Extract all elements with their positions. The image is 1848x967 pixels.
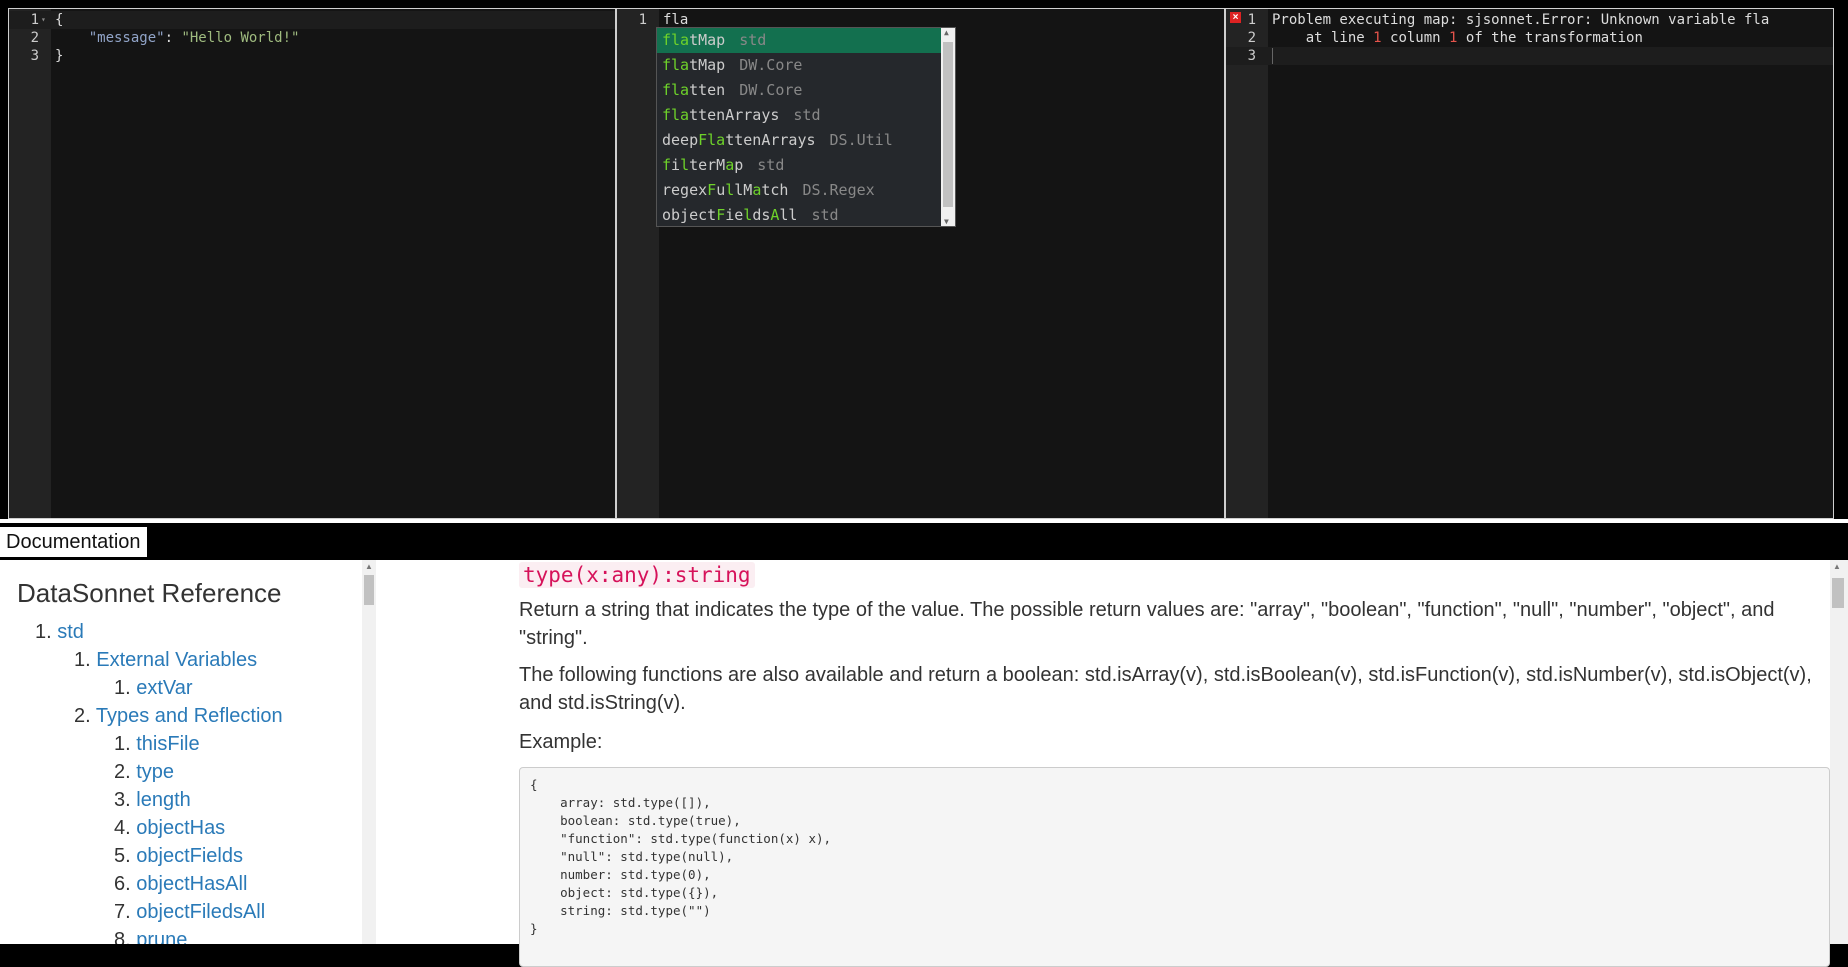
toc-link[interactable]: prune [136, 929, 187, 944]
doc-tabbar: Documentation [0, 523, 1848, 560]
function-signature: type(x:any):string [519, 562, 755, 588]
content-scrollbar[interactable]: ▲ [1830, 560, 1848, 944]
description: The following functions are also availab… [519, 664, 1812, 714]
toc-link[interactable]: objectFields [136, 845, 243, 867]
cursor [1272, 48, 1273, 64]
toc-link[interactable]: objectHasAll [136, 873, 247, 895]
input-editor[interactable]: 1 ▾{ 2 "message": "Hello World!" 3} [8, 8, 616, 519]
toc-link[interactable]: type [136, 761, 174, 783]
output-line: Problem executing map: sjsonnet.Error: U… [1272, 12, 1770, 28]
toc-item: 8. prune [0, 926, 283, 944]
toc-item: 4. objectHas [114, 817, 226, 839]
autocomplete-item[interactable]: flatMap DW.Core [657, 53, 941, 78]
example-code: { array: std.type([]), boolean: std.type… [519, 767, 1830, 967]
toc-item: 7. objectFiledsAll [114, 901, 266, 923]
doc-sidebar: DataSonnet Reference 1. std 1. External V… [0, 560, 362, 944]
description: Return a string that indicates the type … [519, 599, 1775, 649]
toc-link[interactable]: std [57, 621, 84, 643]
table-of-contents: 1. std 1. External Variables 1. extVar 2. T… [0, 618, 283, 944]
toc-item: 1. extVar [114, 677, 193, 699]
autocomplete-item[interactable]: deepFlattenArrays DS.Util [657, 128, 941, 153]
documentation-panel: DataSonnet Reference 1. std 1. External V… [0, 560, 1848, 967]
code-line: "message": "Hello World!" [88, 30, 300, 46]
sidebar-title: DataSonnet Reference [17, 578, 282, 608]
toc-item: 3. length [114, 789, 191, 811]
toc-link[interactable]: length [136, 789, 191, 811]
gutter [1226, 9, 1268, 518]
autocomplete-item[interactable]: regexFullMatch DS.Regex [657, 178, 941, 203]
toc-item: 2. Types and Reflection [74, 705, 283, 727]
code-line: } [55, 48, 64, 64]
autocomplete-item[interactable]: flattenArrays std [657, 103, 941, 128]
sidebar-scrollbar[interactable]: ▲ [362, 560, 376, 944]
example-label: Example: [519, 731, 603, 753]
autocomplete-item[interactable]: flatten DW.Core [657, 78, 941, 103]
toc-link[interactable]: External Variables [96, 649, 257, 671]
autocomplete-item[interactable]: flatMap std [657, 28, 941, 53]
toc-link[interactable]: Types and Reflection [96, 705, 283, 727]
fold-arrow-icon[interactable]: ▾ [41, 11, 46, 29]
toc-item: 1. thisFile [114, 733, 200, 755]
toc-link[interactable]: extVar [136, 677, 192, 699]
autocomplete-item[interactable]: filterMap std [657, 153, 941, 178]
toc-item: 1. std [35, 621, 84, 643]
toc-link[interactable]: objectHas [136, 817, 225, 839]
toc-link[interactable]: thisFile [136, 733, 199, 755]
code-line: { [55, 12, 64, 28]
toc-item: 2. type [114, 761, 175, 783]
autocomplete-item[interactable]: objectFieldsAll std [657, 203, 941, 228]
autocomplete-popup[interactable]: flatMap std flatMap DW.Core flatten DW.Core fl… [656, 27, 956, 227]
autocomplete-scrollbar[interactable]: ▲ ▼ [941, 28, 955, 226]
toc-item: 6. objectHasAll [114, 873, 248, 895]
output-line: at line 1 column 1 of the transformation [1272, 30, 1643, 46]
output-editor[interactable]: × 1 Problem executing map: sjsonnet.Error… [1225, 8, 1834, 519]
tab-documentation[interactable]: Documentation [0, 527, 147, 557]
toc-item: 5. objectFields [114, 845, 243, 867]
toc-link[interactable]: objectFiledsAll [136, 901, 265, 923]
gutter [617, 9, 659, 518]
toc-item: 1. External Variables [74, 649, 258, 671]
gutter [9, 9, 51, 518]
